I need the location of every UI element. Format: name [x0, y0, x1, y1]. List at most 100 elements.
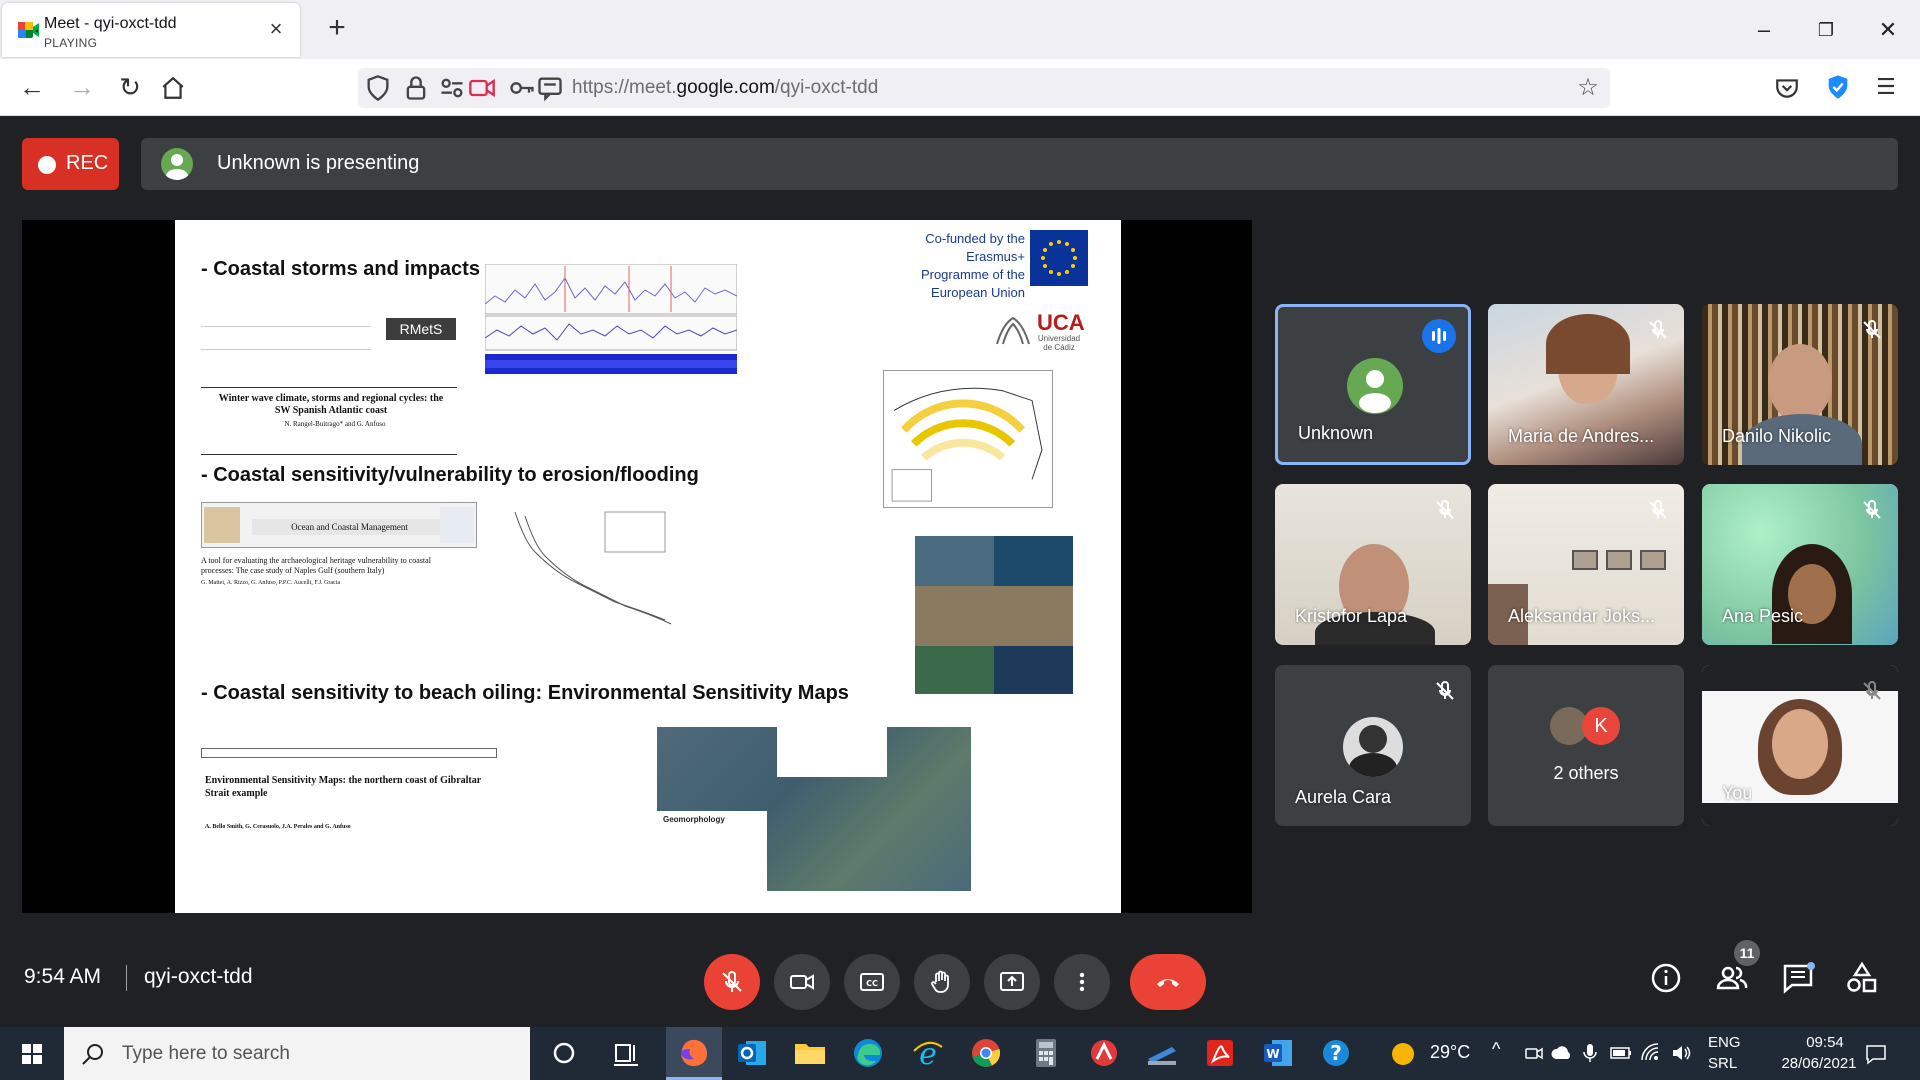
cortana-circle-icon[interactable] — [546, 1035, 582, 1071]
taskbar-firefox-active[interactable] — [666, 1027, 722, 1080]
uca-logo-icon — [996, 316, 1030, 345]
presenter-banner: Unknown is presenting — [141, 138, 1898, 190]
system-time[interactable]: 09:54 — [1780, 1034, 1870, 1051]
forward-arrow-icon[interactable]: → — [64, 69, 100, 105]
participant-name: Unknown — [1298, 423, 1374, 443]
new-tab-plus-icon[interactable]: + — [322, 13, 352, 44]
shield-icon[interactable] — [364, 74, 392, 102]
lock-icon[interactable] — [402, 74, 430, 102]
meet-indicator-icon[interactable] — [1524, 1043, 1544, 1063]
back-arrow-icon[interactable]: ← — [14, 69, 50, 105]
coastal-photos-collage — [915, 536, 1073, 694]
participant-tile-you[interactable]: You — [1702, 665, 1898, 826]
closed-captions-icon: CC — [860, 973, 884, 991]
edge-icon[interactable] — [850, 1035, 886, 1071]
scanner-icon[interactable] — [1144, 1035, 1180, 1071]
participant-tile-unknown[interactable]: Unknown — [1275, 304, 1471, 465]
participant-tile-ana[interactable]: Ana Pesic — [1702, 484, 1898, 645]
minimize-icon[interactable]: – — [1742, 8, 1786, 52]
participant-tile-others[interactable]: K 2 others — [1488, 665, 1684, 826]
paper1-authors: N. Rangel-Buitrago* and G. Anfuso — [284, 420, 386, 428]
toggle-camera-button[interactable] — [774, 954, 830, 1010]
url-text[interactable]: https://meet.google.com/qyi-oxct-tdd — [572, 77, 878, 99]
task-view-icon[interactable] — [608, 1035, 644, 1071]
activities-icon[interactable] — [1844, 960, 1880, 996]
participant-tile-kristofor[interactable]: Kristofor Lapa — [1275, 484, 1471, 645]
internet-explorer-icon[interactable]: e — [910, 1035, 946, 1071]
eu-flag-icon — [1030, 230, 1088, 286]
calculator-icon[interactable] — [1028, 1035, 1064, 1071]
mic-off-icon — [1436, 499, 1454, 519]
pocket-icon[interactable] — [1774, 75, 1800, 101]
raise-hand-button[interactable] — [914, 954, 970, 1010]
close-icon[interactable]: × — [264, 17, 288, 41]
key-icon[interactable] — [508, 74, 536, 102]
address-bar[interactable]: https://meet.google.com/qyi-oxct-tdd ☆ — [358, 68, 1610, 108]
present-now-button[interactable] — [984, 954, 1040, 1010]
weather-sun-icon[interactable] — [1390, 1041, 1416, 1067]
volume-icon[interactable] — [1670, 1042, 1692, 1064]
windows-start-icon[interactable] — [0, 1027, 64, 1080]
leave-call-button[interactable] — [1130, 954, 1206, 1010]
mic-off-icon — [1436, 680, 1454, 700]
home-icon[interactable] — [160, 75, 186, 101]
paper3-title: Environmental Sensitivity Maps: the nort… — [205, 775, 482, 799]
battery-icon[interactable] — [1610, 1045, 1632, 1061]
microphone-icon[interactable] — [1582, 1042, 1598, 1064]
slide-heading-erosion: - Coastal sensitivity/vulnerability to e… — [201, 464, 699, 486]
meeting-code: qyi-oxct-tdd — [144, 965, 253, 988]
search-placeholder: Type here to search — [122, 1043, 290, 1064]
browser-tab-meet[interactable]: Meet - qyi-oxct-tdd PLAYING × — [2, 3, 300, 57]
camera-sharing-icon[interactable] — [468, 74, 496, 102]
jcr-header-box — [201, 748, 497, 758]
onedrive-cloud-icon[interactable] — [1550, 1043, 1574, 1063]
video-camera-icon — [790, 974, 814, 990]
meet-page: REC Unknown is presenting - Coastal stor… — [0, 117, 1920, 1027]
sensitivity-map-image: Geomorphology — [657, 727, 971, 891]
help-icon[interactable]: ? — [1318, 1035, 1354, 1071]
avatar-initial: K — [1582, 707, 1620, 745]
participant-tile-aleksandar[interactable]: Aleksandar Joks... — [1488, 484, 1684, 645]
map-legend-title: Geomorphology — [663, 815, 725, 824]
present-screen-icon — [1000, 972, 1024, 991]
star-bookmark-icon[interactable]: ☆ — [1574, 74, 1602, 102]
chrome-icon[interactable] — [968, 1035, 1004, 1071]
pdf-tool-icon[interactable] — [1086, 1035, 1122, 1071]
restore-icon[interactable]: ❐ — [1804, 8, 1848, 52]
meeting-details-info-icon[interactable] — [1648, 960, 1684, 996]
more-options-button[interactable] — [1054, 954, 1110, 1010]
ocm-journal-header: Ocean and Coastal Management — [201, 502, 477, 548]
notifications-icon[interactable] — [1864, 1042, 1888, 1066]
mic-off-icon — [1863, 499, 1881, 519]
tab-title: Meet - qyi-oxct-tdd — [44, 15, 177, 32]
participant-tile-danilo[interactable]: Danilo Nikolic — [1702, 304, 1898, 465]
word-icon[interactable]: W — [1260, 1035, 1296, 1071]
weather-temperature[interactable]: 29°C — [1430, 1042, 1470, 1063]
outlook-icon[interactable] — [734, 1035, 770, 1071]
wifi-icon[interactable] — [1640, 1042, 1662, 1064]
presentation-stage[interactable]: - Coastal storms and impacts - Coastal s… — [22, 220, 1252, 913]
chat-icon[interactable] — [1780, 960, 1816, 996]
meet-favicon-icon — [18, 22, 39, 38]
paper2-authors: G. Mattei, A. Rizzo, G. Anfuso, P.P.C. A… — [201, 580, 341, 586]
firefox-icon — [681, 1039, 707, 1066]
window-close-icon[interactable]: ✕ — [1866, 8, 1910, 52]
message-icon[interactable] — [536, 74, 564, 102]
svg-text:?: ? — [1330, 1041, 1342, 1065]
taskbar-search-box[interactable]: Type here to search — [64, 1027, 530, 1080]
captions-button[interactable]: CC — [844, 954, 900, 1010]
participant-tile-maria[interactable]: Maria de Andres... — [1488, 304, 1684, 465]
reload-icon[interactable]: ↻ — [112, 69, 148, 105]
coastline-sketch-image — [514, 511, 672, 625]
participant-tile-aurela[interactable]: Aurela Cara — [1275, 665, 1471, 826]
keyboard-layout[interactable]: SRL — [1708, 1055, 1737, 1072]
toggle-microphone-button[interactable] — [704, 954, 760, 1010]
language-code[interactable]: ENG — [1708, 1034, 1741, 1051]
file-explorer-icon[interactable] — [792, 1035, 828, 1071]
acrobat-icon[interactable] — [1202, 1035, 1238, 1071]
permissions-icon[interactable] — [438, 74, 466, 102]
hamburger-menu-icon[interactable]: ☰ — [1868, 69, 1904, 105]
vpn-shield-icon[interactable] — [1824, 73, 1852, 101]
slide-heading-oiling: - Coastal sensitivity to beach oiling: E… — [201, 682, 849, 704]
chevron-up-icon[interactable]: ^ — [1492, 1039, 1500, 1060]
